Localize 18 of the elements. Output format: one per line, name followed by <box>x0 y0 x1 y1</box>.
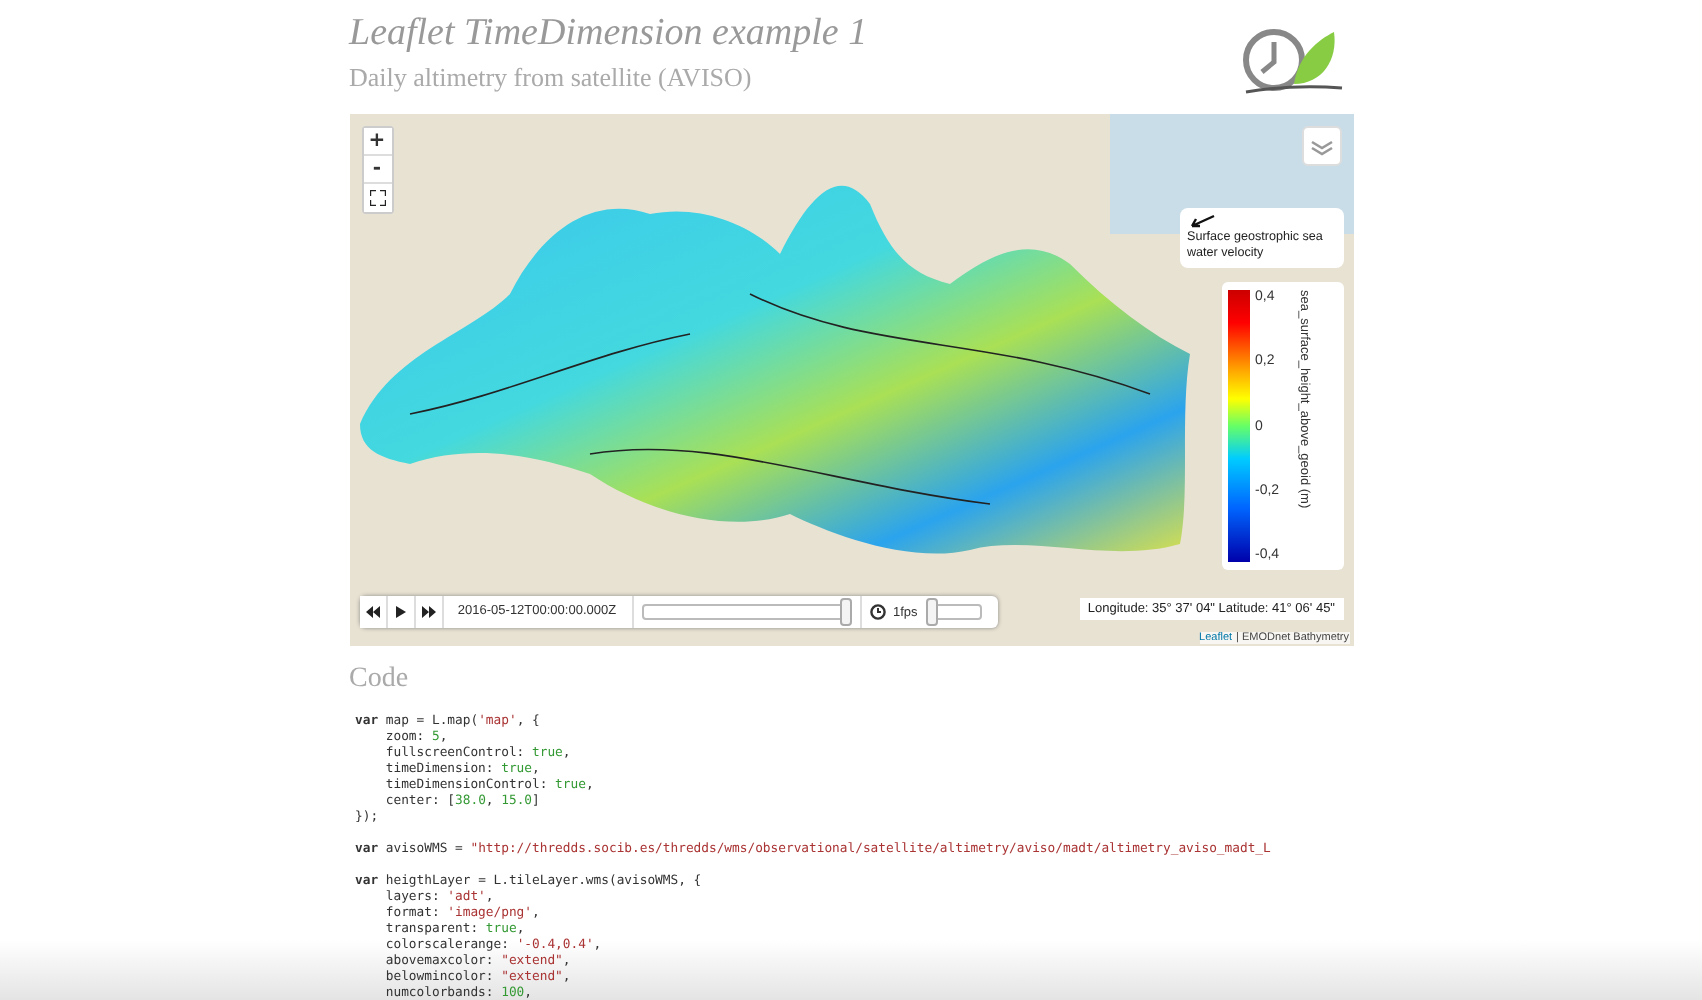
backward-icon <box>365 606 379 618</box>
code-heading: Code <box>349 664 411 696</box>
zoom-in-button[interactable]: + <box>363 128 391 156</box>
fullscreen-button[interactable] <box>363 184 391 212</box>
layers-button[interactable] <box>1301 126 1341 166</box>
page-subtitle: Daily altimetry from satellite (AVISO) <box>349 62 754 94</box>
speed-slider-thumb[interactable] <box>926 598 939 626</box>
play-button[interactable] <box>387 596 415 628</box>
layers-icon <box>1309 135 1333 157</box>
step-backward-button[interactable] <box>359 596 387 628</box>
clock-icon <box>869 604 885 620</box>
play-icon <box>393 606 407 618</box>
time-slider-thumb[interactable] <box>840 598 853 626</box>
arrow-icon <box>1187 214 1215 228</box>
page-title: Leaflet TimeDimension example 1 <box>349 12 868 56</box>
step-forward-button[interactable] <box>415 596 443 628</box>
fullscreen-icon <box>369 190 385 206</box>
forward-icon <box>421 606 435 618</box>
